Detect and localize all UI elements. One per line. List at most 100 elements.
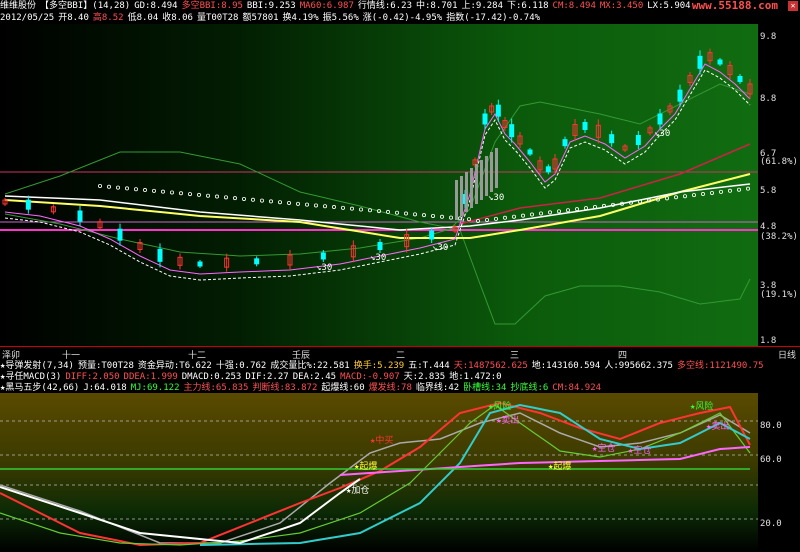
candlestick-chart[interactable]: ↘30 ↘30 ↘30 ↘30 ↘30	[0, 24, 758, 346]
missile-field-5: 换手:5.239	[353, 361, 405, 371]
sar-dot	[107, 184, 112, 189]
macd-field-1: DIFF:2.050	[65, 372, 120, 382]
pivot-label: ↘30	[488, 193, 504, 203]
blackhorse-field-6: 爆发线:78	[368, 383, 412, 393]
price-axis: 9.8 8.8 6.7 (61.8%) 5.8 4.8 (38.2%) 3.8 (19.1%) 1…	[758, 24, 800, 346]
window-buttons: ✕	[778, 0, 800, 12]
candle-body	[527, 149, 533, 155]
sar-dot	[349, 206, 354, 211]
cyan-line	[199, 403, 751, 546]
watermark-text: www.55188.com	[691, 0, 778, 12]
price-label: 4.8	[760, 222, 777, 232]
sar-dot	[512, 214, 517, 219]
missile-field-2: 资金异动:T6.622	[137, 361, 212, 371]
missile-field-1: 预量:T00T28	[77, 361, 134, 371]
indicator-level-label: 20.0	[760, 519, 782, 529]
grey-bar	[485, 156, 488, 196]
candle-body	[495, 104, 501, 117]
grey-bar	[475, 164, 478, 204]
signal-marker: ★空仓	[592, 444, 616, 454]
header-field-8: 上:9.284	[461, 1, 504, 11]
candle-body	[717, 59, 723, 65]
quote-field-9: 涨(-0.42)-4.95%	[362, 13, 443, 23]
quote-field-7: 换4.19%	[282, 13, 319, 23]
sar-dot	[539, 211, 544, 216]
candle-body	[677, 89, 683, 102]
blackhorse-field-8: 卧槽线:34	[463, 383, 507, 393]
blackhorse-field-10: CM:84.924	[552, 383, 602, 393]
sar-dot	[710, 190, 715, 195]
missile-field-0: ★导弹发射(7,34)	[0, 361, 74, 371]
sar-dot	[665, 196, 670, 201]
sar-dot	[259, 198, 264, 203]
signal-marker: ★卖出	[706, 422, 730, 432]
candle-body	[320, 252, 326, 260]
sar-dot	[484, 217, 489, 222]
sar-dot	[430, 213, 435, 218]
sar-dot	[394, 210, 399, 215]
price-label: 9.8	[760, 32, 777, 42]
sar-dot	[250, 197, 255, 202]
header-field-10: CM:8.494	[552, 1, 596, 11]
sar-dot	[125, 186, 130, 191]
sar-dot	[187, 192, 192, 197]
candle-body	[657, 113, 663, 125]
sar-dot	[304, 202, 309, 207]
quote-field-10: 指数(-17.42)-0.74%	[446, 13, 541, 23]
sar-dot	[421, 213, 426, 218]
sar-dot	[557, 209, 562, 214]
candle-body	[697, 55, 703, 69]
signal-marker: ★起爆	[354, 462, 378, 472]
candle-body	[377, 242, 383, 250]
sar-dot	[728, 188, 733, 193]
grey-bar	[455, 180, 458, 220]
candle-body	[609, 134, 615, 144]
close-icon[interactable]: ✕	[788, 1, 798, 11]
grey-bar	[495, 148, 498, 188]
sar-dot	[439, 214, 444, 219]
macd-field-7: 天:2.835	[403, 372, 446, 382]
sar-dot	[277, 200, 282, 205]
sar-dot	[683, 194, 688, 199]
signal-marker: ★卖出	[496, 416, 520, 426]
time-axis: 泽卯 十一 十二 壬辰二三四日线	[0, 346, 800, 361]
sar-dot	[746, 186, 751, 191]
sar-dot	[313, 203, 318, 208]
pivot-label: ↘30	[654, 129, 670, 139]
signal-marker: ★加仓	[346, 486, 370, 496]
candle-body	[157, 248, 163, 262]
quote-field-5: 量T00T28	[196, 13, 239, 23]
blackhorse-field-4: 判断线:83.872	[252, 383, 318, 393]
sar-dot	[575, 207, 580, 212]
grey-bar	[460, 176, 463, 216]
signal-marker: ★风险	[690, 402, 714, 412]
macd-field-2: DDEA:1.999	[123, 372, 178, 382]
quote-field-8: 振5.56%	[322, 13, 359, 23]
missile-field-3: 十强:0.762	[215, 361, 267, 371]
missile-field-8: 地:143160.594	[531, 361, 601, 371]
sar-dot	[286, 201, 291, 206]
sar-dot	[448, 215, 453, 220]
sub-indicator-panel[interactable]: ★风险 ★风险 ★中买 ★起爆 ★起爆 ★加仓 ★空仓 ★空仓 ★卖出 ★卖出	[0, 393, 800, 552]
indicator-chart[interactable]	[0, 393, 758, 552]
header-field-7: 中:8.701	[415, 1, 458, 11]
sar-dot	[566, 208, 571, 213]
sar-dot	[530, 212, 535, 217]
candle-body	[25, 199, 31, 210]
main-price-panel[interactable]: ↘30 ↘30 ↘30 ↘30 ↘30	[0, 0, 800, 346]
header-field-2: GD:8.494	[134, 1, 178, 11]
sar-dot	[142, 188, 147, 193]
sar-dot	[160, 189, 165, 194]
sar-dot	[466, 217, 471, 222]
macd-field-4: DIF:2.27	[245, 372, 289, 382]
candle-body	[737, 76, 743, 82]
quote-header-row: 2012/05/25 开8.40 高8.52 低8.04 收8.06 量T00T28 额57…	[0, 12, 800, 24]
sar-dot	[701, 192, 706, 197]
header-field-11: MX:3.450	[599, 1, 644, 11]
candle-body	[117, 228, 123, 241]
missile-field-7: 天:1487562.625	[453, 361, 528, 371]
header-field-6: 行情线:6.23	[357, 1, 412, 11]
quote-field-0: 2012/05/25	[0, 13, 55, 23]
grey-bar	[470, 168, 473, 208]
sar-dot	[214, 194, 219, 199]
